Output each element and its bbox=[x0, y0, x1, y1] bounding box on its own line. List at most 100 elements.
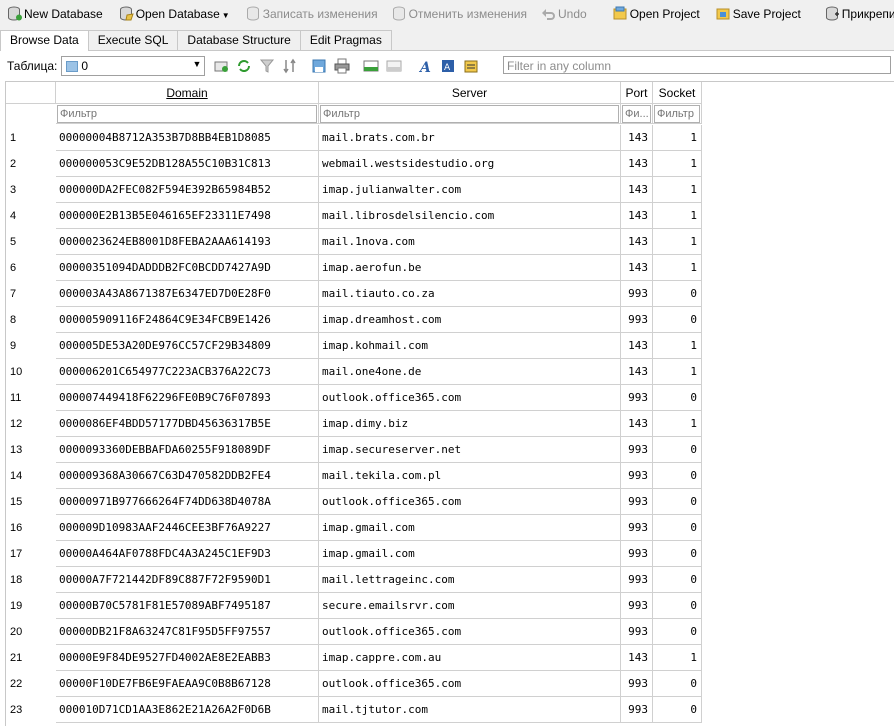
undo-button[interactable]: Undo bbox=[538, 3, 590, 25]
table-row[interactable]: 2 000000053C9E52DB128A55C10B31C813 webmail… bbox=[6, 151, 702, 177]
cell-socket[interactable]: 1 bbox=[653, 333, 702, 359]
cell-domain[interactable]: 000005DE53A20DE976CC57CF29B34809 bbox=[56, 333, 319, 359]
tab-database-structure[interactable]: Database Structure bbox=[177, 30, 301, 50]
cell-socket[interactable]: 1 bbox=[653, 645, 702, 671]
cell-domain[interactable]: 00000004B8712A353B7D8BB4EB1D8085 bbox=[56, 125, 319, 151]
cell-domain[interactable]: 000003A43A8671387E6347ED7D0E28F0 bbox=[56, 281, 319, 307]
cell-domain[interactable]: 00000A7F721442DF89C887F72F9590D1 bbox=[56, 567, 319, 593]
cell-port[interactable]: 143 bbox=[621, 203, 653, 229]
cell-socket[interactable]: 0 bbox=[653, 385, 702, 411]
filter-input-port[interactable] bbox=[622, 105, 651, 123]
cell-socket[interactable]: 1 bbox=[653, 177, 702, 203]
cell-port[interactable]: 143 bbox=[621, 333, 653, 359]
refresh-table-icon[interactable] bbox=[213, 58, 229, 74]
table-row[interactable]: 1 00000004B8712A353B7D8BB4EB1D8085 mail.br… bbox=[6, 125, 702, 151]
table-row[interactable]: 7 000003A43A8671387E6347ED7D0E28F0 mail.ti… bbox=[6, 281, 702, 307]
delete-record-icon[interactable] bbox=[386, 58, 402, 74]
cell-domain[interactable]: 000009D10983AAF2446CEE3BF76A9227 bbox=[56, 515, 319, 541]
cell-port[interactable]: 993 bbox=[621, 515, 653, 541]
chevron-down-icon[interactable]: ▼ bbox=[222, 11, 230, 20]
cell-port[interactable]: 143 bbox=[621, 177, 653, 203]
cell-socket[interactable]: 0 bbox=[653, 463, 702, 489]
cell-server[interactable]: imap.gmail.com bbox=[319, 515, 621, 541]
cell-server[interactable]: outlook.office365.com bbox=[319, 619, 621, 645]
cell-port[interactable]: 993 bbox=[621, 619, 653, 645]
cell-server[interactable]: secure.emailsrvr.com bbox=[319, 593, 621, 619]
cell-domain[interactable]: 0000086EF4BDD57177DBD45636317B5E bbox=[56, 411, 319, 437]
cell-domain[interactable]: 0000023624EB8001D8FEBA2AAA614193 bbox=[56, 229, 319, 255]
cell-socket[interactable]: 1 bbox=[653, 359, 702, 385]
cell-socket[interactable]: 0 bbox=[653, 671, 702, 697]
cell-socket[interactable]: 1 bbox=[653, 229, 702, 255]
cell-domain[interactable]: 000000E2B13B5E046165EF23311E7498 bbox=[56, 203, 319, 229]
cell-socket[interactable]: 0 bbox=[653, 489, 702, 515]
cell-port[interactable]: 143 bbox=[621, 359, 653, 385]
cell-domain[interactable]: 00000DB21F8A63247C81F95D5FF97557 bbox=[56, 619, 319, 645]
cell-domain[interactable]: 000006201C654977C223ACB376A22C73 bbox=[56, 359, 319, 385]
cell-server[interactable]: mail.librosdelsilencio.com bbox=[319, 203, 621, 229]
cell-socket[interactable]: 0 bbox=[653, 567, 702, 593]
new-database-button[interactable]: New Database bbox=[4, 3, 106, 25]
open-database-button[interactable]: Open Database ▼ bbox=[116, 3, 233, 25]
tab-execute-sql[interactable]: Execute SQL bbox=[87, 30, 179, 50]
table-select[interactable]: 0 ▼ bbox=[61, 56, 206, 76]
cell-port[interactable]: 993 bbox=[621, 385, 653, 411]
cell-server[interactable]: outlook.office365.com bbox=[319, 489, 621, 515]
table-row[interactable]: 20 00000DB21F8A63247C81F95D5FF97557 outloo… bbox=[6, 619, 702, 645]
cell-socket[interactable]: 0 bbox=[653, 307, 702, 333]
table-row[interactable]: 11 000007449418F62296FE0B9C76F07893 outloo… bbox=[6, 385, 702, 411]
tab-edit-pragmas[interactable]: Edit Pragmas bbox=[299, 30, 392, 50]
save-project-button[interactable]: Save Project bbox=[713, 3, 804, 25]
cell-port[interactable]: 143 bbox=[621, 125, 653, 151]
table-row[interactable]: 13 0000093360DEBBAFDA60255F918089DF imap.s… bbox=[6, 437, 702, 463]
column-header-domain[interactable]: Domain bbox=[56, 82, 319, 104]
table-row[interactable]: 18 00000A7F721442DF89C887F72F9590D1 mail.l… bbox=[6, 567, 702, 593]
cell-port[interactable]: 993 bbox=[621, 437, 653, 463]
cell-server[interactable]: mail.tjtutor.com bbox=[319, 697, 621, 723]
cell-socket[interactable]: 0 bbox=[653, 541, 702, 567]
table-row[interactable]: 5 0000023624EB8001D8FEBA2AAA614193 mail.1n… bbox=[6, 229, 702, 255]
cell-server[interactable]: outlook.office365.com bbox=[319, 671, 621, 697]
table-row[interactable]: 16 000009D10983AAF2446CEE3BF76A9227 imap.g… bbox=[6, 515, 702, 541]
cell-server[interactable]: outlook.office365.com bbox=[319, 385, 621, 411]
cell-port[interactable]: 993 bbox=[621, 567, 653, 593]
cell-domain[interactable]: 000000053C9E52DB128A55C10B31C813 bbox=[56, 151, 319, 177]
cell-server[interactable]: imap.julianwalter.com bbox=[319, 177, 621, 203]
cell-server[interactable]: imap.dimy.biz bbox=[319, 411, 621, 437]
encoding-icon[interactable]: A bbox=[440, 58, 456, 74]
cell-domain[interactable]: 000009368A30667C63D470582DDB2FE4 bbox=[56, 463, 319, 489]
save-table-icon[interactable] bbox=[311, 58, 327, 74]
cell-port[interactable]: 993 bbox=[621, 489, 653, 515]
table-row[interactable]: 3 000000DA2FEC082F594E392B65984B52 imap.ju… bbox=[6, 177, 702, 203]
table-row[interactable]: 8 000005909116F24864C9E34FCB9E1426 imap.dr… bbox=[6, 307, 702, 333]
cell-server[interactable]: imap.aerofun.be bbox=[319, 255, 621, 281]
table-row[interactable]: 21 00000E9F84DE9527FD4002AE8E2EABB3 imap.c… bbox=[6, 645, 702, 671]
cell-port[interactable]: 993 bbox=[621, 281, 653, 307]
table-row[interactable]: 4 000000E2B13B5E046165EF23311E7498 mail.li… bbox=[6, 203, 702, 229]
cell-port[interactable]: 143 bbox=[621, 229, 653, 255]
filter-input-server[interactable] bbox=[320, 105, 619, 123]
cell-domain[interactable]: 00000A464AF0788FDC4A3A245C1EF9D3 bbox=[56, 541, 319, 567]
cell-server[interactable]: imap.dreamhost.com bbox=[319, 307, 621, 333]
table-row[interactable]: 15 00000971B977666264F74DD638D4078A outloo… bbox=[6, 489, 702, 515]
cell-domain[interactable]: 000000DA2FEC082F594E392B65984B52 bbox=[56, 177, 319, 203]
cell-socket[interactable]: 1 bbox=[653, 255, 702, 281]
table-row[interactable]: 6 00000351094DADDDB2FC0BCDD7427A9D imap.ae… bbox=[6, 255, 702, 281]
cell-server[interactable]: mail.brats.com.br bbox=[319, 125, 621, 151]
insert-record-icon[interactable] bbox=[363, 58, 379, 74]
table-row[interactable]: 9 000005DE53A20DE976CC57CF29B34809 imap.ko… bbox=[6, 333, 702, 359]
table-row[interactable]: 22 00000F10DE7FB6E9FAEAA9C0B8B67128 outloo… bbox=[6, 671, 702, 697]
tab-browse-data[interactable]: Browse Data bbox=[0, 30, 89, 51]
cell-socket[interactable]: 1 bbox=[653, 125, 702, 151]
font-icon[interactable]: A bbox=[417, 58, 433, 76]
table-row[interactable]: 12 0000086EF4BDD57177DBD45636317B5E imap.d… bbox=[6, 411, 702, 437]
cell-server[interactable]: imap.gmail.com bbox=[319, 541, 621, 567]
cell-server[interactable]: mail.tekila.com.pl bbox=[319, 463, 621, 489]
revert-changes-button[interactable]: Отменить изменения bbox=[389, 3, 530, 25]
column-header-server[interactable]: Server bbox=[319, 82, 621, 104]
cell-port[interactable]: 993 bbox=[621, 463, 653, 489]
cell-server[interactable]: mail.tiauto.co.za bbox=[319, 281, 621, 307]
column-header-port[interactable]: Port bbox=[621, 82, 653, 104]
cell-socket[interactable]: 1 bbox=[653, 151, 702, 177]
open-project-button[interactable]: Open Project bbox=[610, 3, 703, 25]
